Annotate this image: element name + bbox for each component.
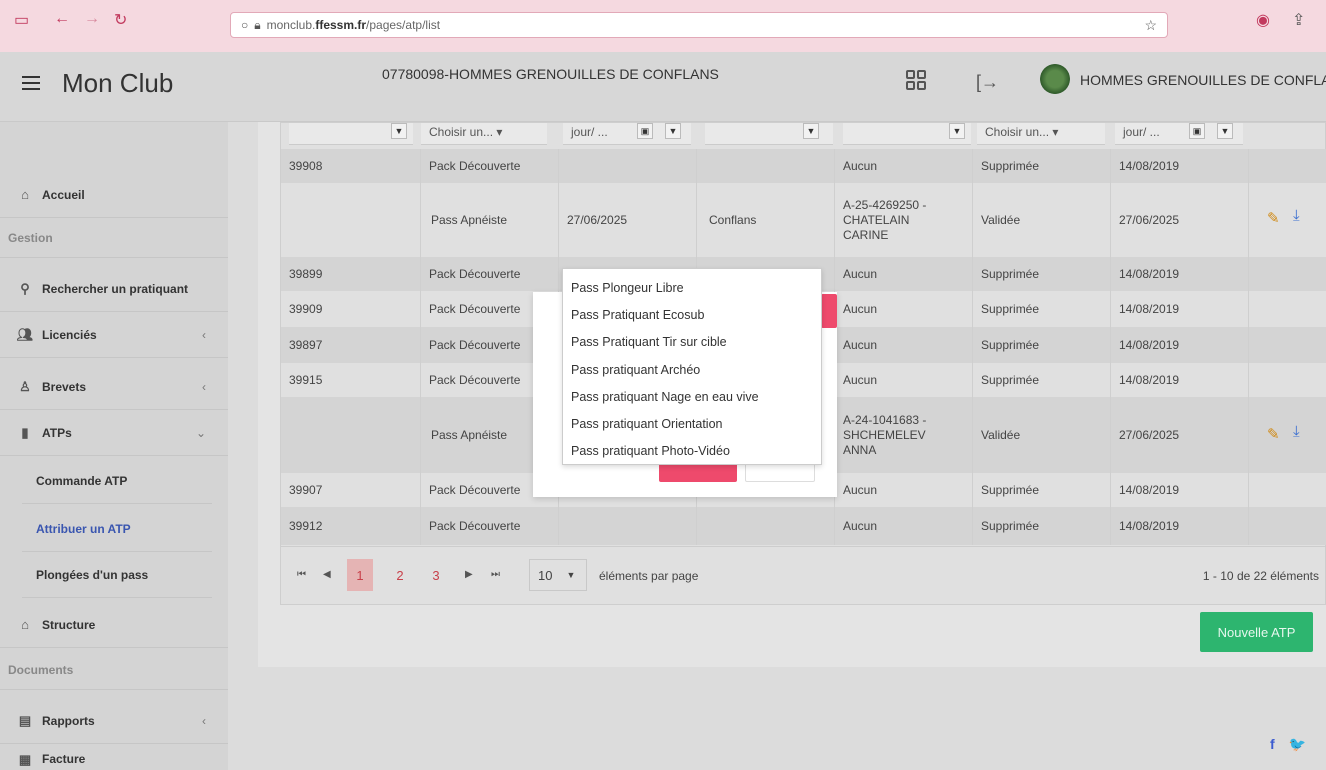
- invoice-icon: ▦: [18, 752, 32, 767]
- filter-select-statut[interactable]: Choisir un... ▾: [977, 123, 1105, 145]
- last-page-icon[interactable]: ⏭: [491, 569, 500, 580]
- app-header: Mon Club 07780098-HOMMES GRENOUILLES DE …: [0, 52, 1326, 122]
- sidebar-item-brevets[interactable]: ♙ Brevets ‹: [0, 364, 228, 410]
- url-text: monclub.ffessm.fr/pages/atp/list: [266, 18, 441, 32]
- calendar-icon[interactable]: ▣: [1189, 123, 1205, 139]
- dropdown-option[interactable]: Pass pratiquant Archéo: [571, 363, 700, 377]
- dropdown-option[interactable]: Pass pratiquant Nage en eau vive: [571, 390, 759, 404]
- new-atp-button[interactable]: Nouvelle ATP: [1200, 612, 1313, 652]
- social-links: f 🐦: [1270, 736, 1306, 753]
- dropdown-option[interactable]: Pass Plongeur Libre: [571, 281, 684, 295]
- filter-select-type[interactable]: Choisir un... ▾: [421, 123, 547, 145]
- filter-icon[interactable]: ▼: [665, 123, 681, 139]
- chevron-left-icon: ‹: [202, 713, 206, 728]
- sidebar-subitem-attribuer-atp[interactable]: Attribuer un ATP: [22, 506, 212, 552]
- page-button-2[interactable]: 2: [387, 559, 413, 591]
- file-icon: ▤: [18, 712, 32, 728]
- download-icon[interactable]: ⤓: [1293, 423, 1300, 440]
- page-button-3[interactable]: 3: [423, 559, 449, 591]
- app-title: Mon Club: [62, 68, 174, 98]
- sidebar-section-documents: Documents: [0, 650, 228, 690]
- dropdown-option[interactable]: Pass Pratiquant Ecosub: [571, 308, 704, 322]
- sidebar-item-licencies[interactable]: 👥︎ Licenciés ‹: [0, 312, 228, 358]
- bookmark-star-icon[interactable]: ☆: [1144, 17, 1157, 34]
- next-page-icon[interactable]: ▶: [465, 569, 473, 580]
- filter-row: ▼ Choisir un... ▾ jour/ ... ▣ ▼ ▼ ▼ Choi…: [281, 123, 1326, 149]
- reload-icon[interactable]: ↻: [114, 10, 127, 30]
- forward-icon[interactable]: →: [84, 10, 100, 28]
- sidebar: ⌂ Accueil Gestion ⚲ Rechercher un pratiqua…: [0, 122, 228, 770]
- first-page-icon[interactable]: ⏮: [297, 569, 306, 580]
- filter-icon[interactable]: ▼: [391, 123, 407, 139]
- club-code: 07780098-HOMMES GRENOUILLES DE CONFLANS: [382, 66, 719, 82]
- award-icon: ♙: [19, 378, 31, 394]
- building-icon: ⌂: [21, 617, 29, 632]
- dropdown-option[interactable]: Pass Pratiquant Tir sur cible: [571, 335, 727, 349]
- modal-select-toggle[interactable]: [821, 294, 837, 328]
- menu-icon[interactable]: [22, 76, 40, 90]
- caret-down-icon: ▼: [566, 570, 576, 580]
- table-row[interactable]: 39912 Pack Découverte Aucun Supprimée 14…: [281, 507, 1326, 545]
- dropdown-option[interactable]: Pass pratiquant Photo-Vidéo: [571, 444, 730, 458]
- sidebar-item-atps[interactable]: ▮ ATPs ⌄: [0, 410, 228, 456]
- filter-icon[interactable]: ▼: [803, 123, 819, 139]
- facebook-icon[interactable]: f: [1270, 736, 1275, 752]
- apps-grid-icon[interactable]: [906, 70, 926, 90]
- sidebar-item-rechercher[interactable]: ⚲ Rechercher un pratiquant: [0, 266, 228, 312]
- dropdown-option[interactable]: Pass pratiquant Orientation: [571, 417, 722, 431]
- club-logo: [1040, 64, 1070, 94]
- share-icon[interactable]: ⇪: [1292, 10, 1305, 30]
- download-icon[interactable]: ⤓: [1293, 207, 1300, 224]
- tab-icon[interactable]: ▭: [14, 10, 29, 30]
- chevron-left-icon: ‹: [202, 327, 206, 342]
- sidebar-item-structure[interactable]: ⌂ Structure: [0, 602, 228, 648]
- page-button-1[interactable]: 1: [347, 559, 373, 591]
- table-row[interactable]: Pass Apnéiste 27/06/2025 Conflans A-25-4…: [281, 183, 1326, 257]
- table-row[interactable]: 39908 Pack Découverte Aucun Supprimée 14…: [281, 149, 1326, 183]
- page-size-select[interactable]: 10 ▼: [529, 559, 587, 591]
- sidebar-item-accueil[interactable]: ⌂ Accueil: [0, 172, 228, 218]
- edit-pencil-icon[interactable]: ✎: [1267, 209, 1280, 227]
- sidebar-subitem-plongees-pass[interactable]: Plongées d'un pass: [22, 552, 212, 598]
- filter-icon[interactable]: ▼: [949, 123, 965, 139]
- pass-type-dropdown: Pass Plongeur Libre Pass Pratiquant Ecos…: [562, 268, 822, 465]
- per-page-label: éléments par page: [599, 569, 699, 583]
- users-icon: 👥︎: [16, 326, 34, 342]
- sidebar-subitem-commande-atp[interactable]: Commande ATP: [22, 458, 212, 504]
- edit-pencil-icon[interactable]: ✎: [1267, 425, 1280, 443]
- extension-icon[interactable]: ◉: [1256, 10, 1270, 30]
- chevron-down-icon: ⌄: [195, 425, 206, 440]
- sidebar-section-gestion: Gestion: [0, 218, 228, 258]
- calendar-icon[interactable]: ▣: [637, 123, 653, 139]
- pagination: ⏮ ◀ 1 2 3 ▶ ⏭ 10 ▼ éléments par page 1 - …: [281, 546, 1326, 606]
- browser-toolbar: ▭ ← → ↻ ○ 🔒︎ monclub.ffessm.fr/pages/atp…: [0, 0, 1326, 52]
- shield-icon: ○: [241, 18, 249, 32]
- club-name[interactable]: HOMMES GRENOUILLES DE CONFLANS: [1080, 72, 1326, 88]
- address-bar[interactable]: ○ 🔒︎ monclub.ffessm.fr/pages/atp/list ☆: [230, 12, 1168, 38]
- logout-icon[interactable]: [→: [976, 72, 999, 93]
- search-icon: ⚲: [20, 280, 30, 296]
- twitter-icon[interactable]: 🐦: [1289, 736, 1306, 752]
- prev-page-icon[interactable]: ◀: [323, 569, 331, 580]
- sidebar-item-rapports[interactable]: ▤ Rapports ‹: [0, 698, 228, 744]
- filter-icon[interactable]: ▼: [1217, 123, 1233, 139]
- home-icon: ⌂: [21, 187, 29, 202]
- items-count: 1 - 10 de 22 éléments: [1202, 569, 1319, 583]
- bookmark-icon: ▮: [21, 424, 29, 440]
- sidebar-item-facture[interactable]: ▦ Facture: [0, 746, 228, 770]
- back-icon[interactable]: ←: [54, 10, 70, 28]
- chevron-left-icon: ‹: [202, 379, 206, 394]
- lock-icon: 🔒︎: [254, 17, 261, 32]
